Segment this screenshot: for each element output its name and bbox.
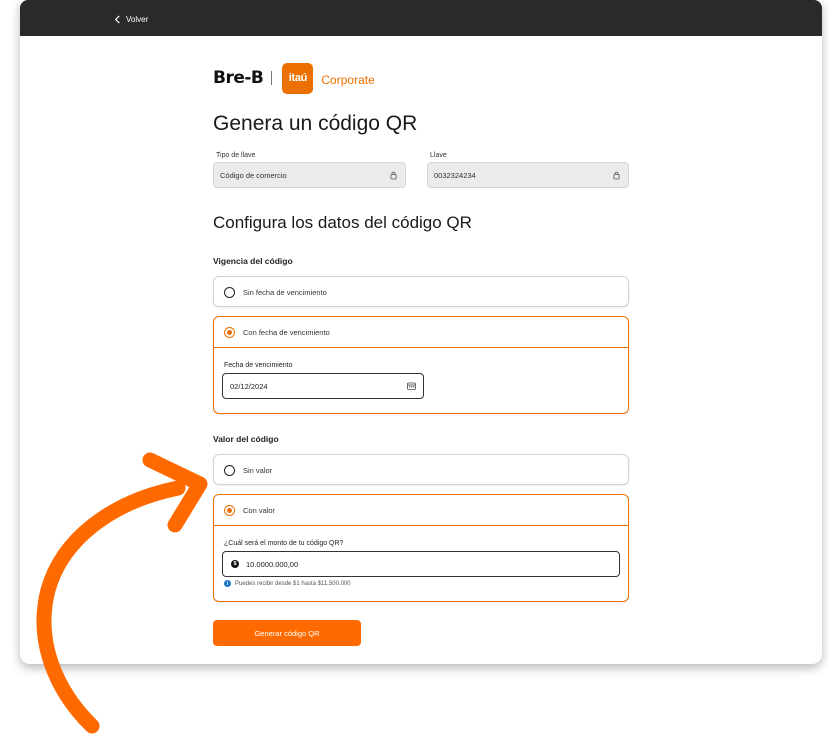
radio-checked[interactable] [224, 326, 235, 338]
back-button[interactable]: Volver [114, 12, 148, 26]
key-value: 0032324234 [434, 170, 476, 180]
option-no-expiration-label: Sin fecha de vencimiento [243, 288, 327, 297]
validity-title: Vigencia del código [213, 256, 293, 266]
calendar-icon[interactable] [407, 382, 416, 390]
option-no-expiration[interactable]: Sin fecha de vencimiento [213, 276, 629, 307]
option-with-value-head[interactable]: Con valor [214, 495, 628, 526]
page-title: Genera un código QR [213, 112, 418, 135]
section-title: Configura los datos del código QR [213, 213, 472, 232]
expiration-date-value: 02/12/2024 [230, 381, 268, 391]
amount-input[interactable]: $ 10.0000.000,00 [222, 551, 620, 577]
amount-value: 10.0000.000,00 [246, 559, 299, 569]
corporate-label: Corporate [321, 73, 375, 87]
amount-help-text: Puedes recibir desde $1 hasta $11.500.00… [235, 580, 351, 587]
expiration-date-input[interactable]: 02/12/2024 [222, 373, 424, 399]
key-type-label: Tipo de llave [216, 152, 256, 159]
option-with-expiration[interactable]: Con fecha de vencimiento Fecha de vencim… [213, 316, 629, 414]
itau-logo: itaú [282, 62, 314, 94]
breb-logo: Bre-B [213, 68, 264, 88]
brand-logos: Bre-B itaú Corporate [213, 62, 375, 94]
key-type-value: Código de comercio [220, 170, 287, 180]
option-with-expiration-head[interactable]: Con fecha de vencimiento [214, 317, 628, 348]
chevron-left-icon [114, 14, 120, 24]
lock-icon [390, 171, 397, 180]
orange-arrow-icon [36, 452, 208, 734]
key-label: Llave [430, 152, 447, 159]
key-type-field: Código de comercio [213, 162, 406, 188]
option-no-value-head[interactable]: Sin valor [214, 455, 628, 486]
lock-icon [613, 171, 620, 180]
back-label: Volver [126, 14, 149, 24]
radio-unchecked[interactable] [224, 287, 235, 298]
option-with-expiration-label: Con fecha de vencimiento [243, 327, 330, 337]
option-no-expiration-head[interactable]: Sin fecha de vencimiento [214, 277, 628, 308]
key-field: 0032324234 [427, 162, 629, 188]
expiration-date-label: Fecha de vencimiento [224, 362, 293, 369]
logo-divider [271, 71, 273, 85]
option-no-value[interactable]: Sin valor [213, 454, 629, 485]
option-with-value[interactable]: Con valor ¿Cuál será el monto de tu códi… [213, 494, 629, 602]
top-bar: Volver [20, 0, 822, 36]
